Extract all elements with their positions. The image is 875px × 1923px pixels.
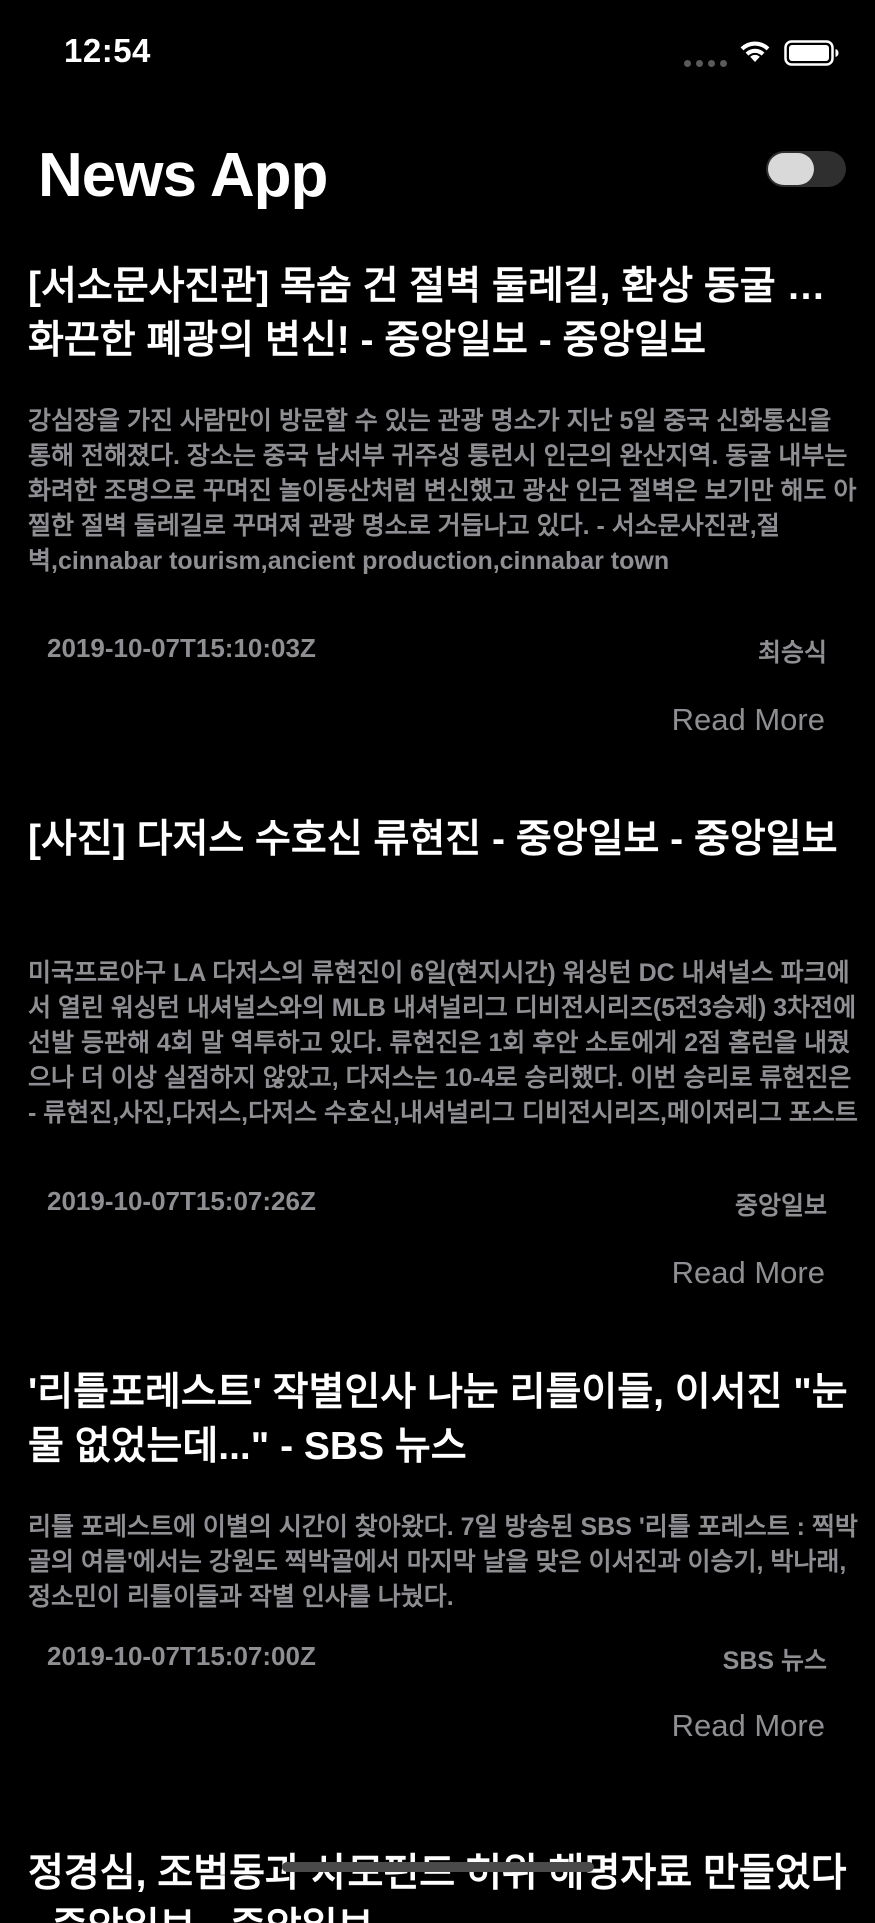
cellular-signal-icon [684, 60, 727, 67]
article-description: 리틀 포레스트에 이별의 시간이 찾아왔다. 7일 방송된 SBS '리틀 포레… [28, 1513, 858, 1611]
toggle-knob [768, 153, 814, 185]
status-bar: 12:54 [0, 0, 875, 110]
article-source: SBS 뉴스 [722, 1647, 827, 1675]
article-source: 최승식 [757, 639, 827, 667]
article-date: 2019-10-07T15:07:26Z [47, 1186, 316, 1216]
article-title[interactable]: 정경심, 조범동과 사모펀드 허위 해명자료 만들었다 - 중앙일보 - 중앙일… [28, 1847, 856, 1923]
article-title[interactable]: [사진] 다저스 수호신 류현진 - 중앙일보 - 중앙일보 [28, 813, 856, 921]
wifi-icon [740, 41, 770, 62]
article-title[interactable]: '리틀포레스트' 작별인사 나눈 리틀이들, 이서진 "눈물 없었는데..." … [28, 1366, 856, 1474]
status-time: 12:54 [64, 32, 151, 69]
read-more-button[interactable]: Read More [672, 1255, 825, 1291]
article-description: 미국프로야구 LA 다저스의 류현진이 6일(현지시간) 워싱턴 DC 내셔널스… [28, 959, 858, 1127]
battery-icon [784, 40, 839, 66]
home-indicator[interactable] [282, 1862, 594, 1872]
read-more-button[interactable]: Read More [672, 702, 825, 738]
article-source: 중앙일보 [734, 1192, 827, 1220]
navigation-bar: News App [0, 120, 875, 230]
read-more-button[interactable]: Read More [672, 1708, 825, 1744]
article-date: 2019-10-07T15:07:00Z [47, 1641, 316, 1671]
article-date: 2019-10-07T15:10:03Z [47, 633, 316, 663]
theme-toggle[interactable] [766, 151, 846, 187]
article-description: 강심장을 가진 사람만이 방문할 수 있는 관광 명소가 지난 5일 중국 신화… [28, 407, 857, 575]
article-title[interactable]: [서소문사진관] 목숨 건 절벽 둘레길, 환상 동굴 … 화끈한 폐광의 변신… [28, 260, 856, 368]
app-title: News App [38, 141, 328, 210]
